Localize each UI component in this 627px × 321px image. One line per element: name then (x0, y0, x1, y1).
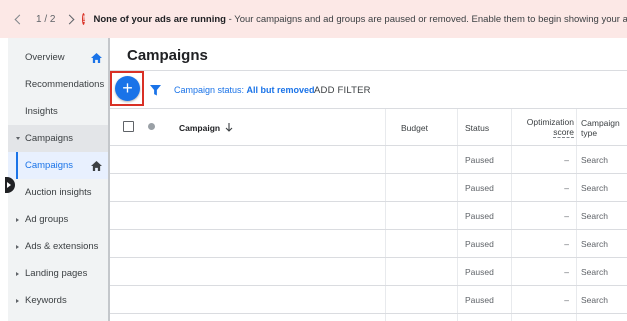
sidebar-item-label: Campaigns (25, 160, 74, 171)
column-header-campaign-type[interactable]: Campaign type (581, 109, 620, 146)
column-label: Campaign (581, 117, 620, 128)
alert-title: None of your ads are running (93, 13, 226, 25)
filter-icon[interactable] (150, 85, 161, 96)
table-row[interactable]: Paused – Search (110, 230, 627, 258)
alert-banner: 1 / 2 ! None of your ads are running - Y… (0, 0, 627, 38)
sidebar-item-campaigns[interactable]: Campaigns (8, 152, 108, 179)
alert-message: None of your ads are running - Your camp… (93, 14, 627, 25)
status-dot-icon (148, 123, 155, 130)
campaign-status-filter[interactable]: Campaign status: All but removed (174, 85, 315, 95)
filter-value: All but removed (246, 85, 315, 95)
status-cell: Paused (465, 182, 494, 193)
campaign-type-cell: Search (581, 154, 608, 165)
optimization-score-cell: – (564, 154, 569, 165)
chevron-right-icon[interactable] (65, 14, 75, 24)
sidebar-group-campaigns[interactable]: Campaigns (8, 125, 108, 152)
add-filter-button[interactable]: ADD FILTER (314, 85, 371, 96)
campaigns-table: Campaign Budget Status Optimization scor… (110, 109, 627, 321)
home-icon (91, 52, 102, 63)
sidebar-item-label: Overview (25, 52, 65, 63)
column-header-status[interactable]: Status (465, 109, 489, 146)
pager-count: 1 / 2 (36, 13, 56, 25)
optimization-score-cell: – (564, 210, 569, 221)
status-cell: Paused (465, 154, 494, 165)
alert-icon: ! (82, 13, 86, 25)
active-indicator (16, 152, 18, 179)
column-label: score (553, 127, 574, 138)
column-header-budget[interactable]: Budget (401, 109, 428, 146)
table-row[interactable]: Paused – Search (110, 174, 627, 202)
caret-right-icon (16, 298, 19, 303)
campaign-type-cell: Search (581, 266, 608, 277)
filter-label: Campaign status: (174, 85, 247, 95)
home-icon (91, 160, 102, 171)
column-label: Campaign (179, 122, 221, 133)
column-label: Optimization (526, 117, 574, 127)
highlight-box: + (110, 71, 144, 106)
optimization-score-cell: – (564, 294, 569, 305)
status-cell: Paused (465, 266, 494, 277)
sidebar-item-label: Landing pages (25, 268, 88, 279)
caret-right-icon (16, 244, 19, 249)
table-row[interactable]: Paused – Search (110, 146, 627, 174)
sidebar-item-recommendations[interactable]: Recommendations (8, 71, 108, 98)
sidebar-item-auction-insights[interactable]: Auction insights (8, 179, 108, 206)
table-row[interactable]: Paused – Search (110, 258, 627, 286)
caret-right-icon (16, 217, 19, 222)
sidebar-item-label: Keywords (25, 295, 67, 306)
select-all-checkbox[interactable] (123, 121, 134, 132)
sidebar-item-overview[interactable]: Overview (8, 44, 108, 71)
sidebar-item-label: Auction insights (25, 187, 92, 198)
sidebar-item-label: Recommendations (25, 79, 105, 90)
main-content: Campaigns + Campaign status: All but rem… (110, 38, 627, 321)
arrow-down-icon (225, 123, 233, 132)
table-row[interactable]: Paused – Search (110, 202, 627, 230)
status-cell: Paused (465, 238, 494, 249)
table-row[interactable]: Paused – Search (110, 286, 627, 314)
status-cell: Paused (465, 294, 494, 305)
sidebar-item-insights[interactable]: Insights (8, 98, 108, 125)
page-title: Campaigns (127, 47, 208, 64)
campaign-type-cell: Search (581, 238, 608, 249)
column-label: type (581, 127, 598, 138)
sidebar-item-keywords[interactable]: Keywords (8, 287, 108, 314)
sidebar-item-landing-pages[interactable]: Landing pages (8, 260, 108, 287)
optimization-score-cell: – (564, 238, 569, 249)
table-header: Campaign Budget Status Optimization scor… (110, 109, 627, 146)
sidebar-item-label: Ads & extensions (25, 241, 99, 252)
column-header-campaign[interactable]: Campaign (179, 109, 233, 146)
filter-toolbar: + Campaign status: All but removed ADD F… (110, 71, 627, 109)
caret-right-icon (16, 271, 19, 276)
optimization-score-cell: – (564, 182, 569, 193)
sidebar-nav: Overview Recommendations Insights Campai… (8, 38, 110, 321)
sidebar-item-ads-extensions[interactable]: Ads & extensions (8, 233, 108, 260)
sidebar-item-label: Ad groups (25, 214, 69, 225)
optimization-score-cell: – (564, 266, 569, 277)
add-campaign-button[interactable]: + (115, 76, 140, 101)
campaign-type-cell: Search (581, 210, 608, 221)
alert-body: - Your campaigns and ad groups are pause… (225, 13, 627, 25)
campaign-type-cell: Search (581, 294, 608, 305)
chevron-left-icon[interactable] (14, 14, 25, 24)
sidebar-item-label: Insights (25, 106, 58, 117)
campaign-type-cell: Search (581, 182, 608, 193)
status-cell: Paused (465, 210, 494, 221)
caret-down-icon (16, 137, 20, 140)
alert-pager: 1 / 2 (0, 13, 75, 25)
column-header-optimization-score[interactable]: Optimization score (515, 109, 574, 146)
sidebar-item-label: Campaigns (25, 133, 74, 144)
sidebar-item-ad-groups[interactable]: Ad groups (8, 206, 108, 233)
